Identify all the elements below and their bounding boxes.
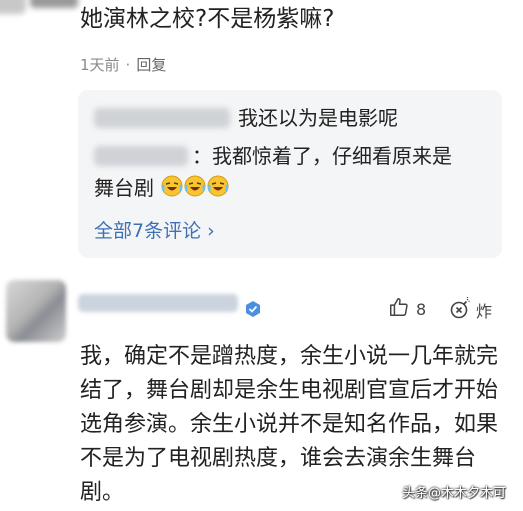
reply-username[interactable]: [94, 108, 230, 128]
like-count: 8: [416, 299, 427, 319]
laughing-crying-face-icon: [207, 175, 229, 204]
laughing-crying-face-icon: [184, 175, 206, 204]
reply-text: ：我都惊着了，仔细看原来是: [192, 144, 452, 168]
like-button[interactable]: 8: [388, 296, 426, 322]
laughing-crying-face-icon: [161, 175, 183, 204]
comment-meta: 1天前 · 回复: [80, 54, 166, 75]
comment-time: 1天前: [80, 56, 120, 74]
reply-text-continued: 舞台剧: [94, 174, 229, 204]
bomb-icon: [448, 296, 472, 324]
thumbs-up-icon: [388, 296, 410, 322]
view-all-replies-label: 全部7条评论: [94, 220, 202, 242]
meta-separator: ·: [125, 56, 131, 74]
replies-panel: 我还以为是电影呢 ：我都惊着了，仔细看原来是 舞台剧 全部7条评论 ›: [78, 90, 502, 258]
zha-button[interactable]: 炸: [448, 296, 492, 324]
avatar[interactable]: [6, 280, 66, 342]
avatar-top[interactable]: [0, 0, 26, 14]
reply-text: 我还以为是电影呢: [238, 106, 398, 130]
watermark: 头条@木木夕木可: [402, 486, 507, 501]
username[interactable]: [78, 294, 238, 312]
verified-badge-icon: [244, 300, 262, 318]
reply-username[interactable]: [94, 146, 188, 166]
comment-text: 她演林之校?不是杨紫嘛?: [80, 6, 335, 32]
username-top[interactable]: [30, 0, 78, 8]
view-all-replies-link[interactable]: 全部7条评论 ›: [94, 216, 215, 243]
reply-button[interactable]: 回复: [136, 56, 166, 74]
reply-text-tail: 舞台剧: [94, 176, 154, 200]
chevron-right-icon: ›: [207, 220, 215, 242]
zha-label: 炸: [476, 302, 493, 321]
